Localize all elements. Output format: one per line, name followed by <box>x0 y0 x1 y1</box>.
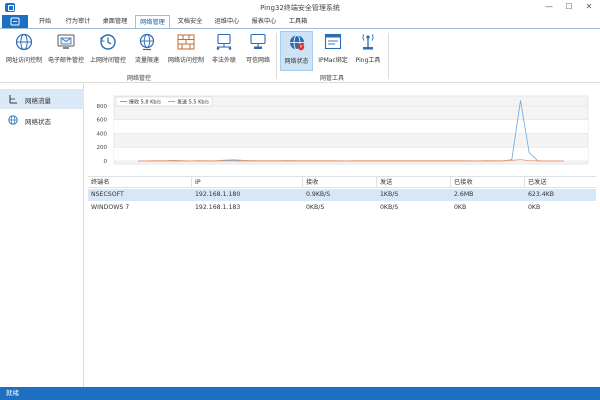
table-header: 终端名 IP 接收 发送 已接收 已发送 <box>88 177 596 188</box>
left-navigation: 网络流量 网络状态 <box>0 84 84 387</box>
cell-received-total: 0KB <box>454 204 467 211</box>
menu-bar: 开始 行为审计 桌面管理 网络管理 文档安全 运维中心 报表中心 工具箱 <box>0 15 600 28</box>
ipmac-window-icon <box>324 33 342 51</box>
nav-item-network-traffic[interactable]: 网络流量 <box>0 89 84 109</box>
y-tick-label: 400 <box>97 131 108 137</box>
tab-ops-center[interactable]: 运维中心 <box>210 15 244 28</box>
status-text: 就绪 <box>6 389 19 397</box>
tab-report-center[interactable]: 报表中心 <box>247 15 281 28</box>
column-header-receive[interactable]: 接收 <box>303 177 377 188</box>
group-separator <box>388 33 389 79</box>
y-tick-label: 600 <box>97 118 108 124</box>
table-row[interactable]: NSECSOFT 192.168.1.180 0.9KB/S 1KB/S 2.6… <box>88 189 596 201</box>
network-status-icon <box>288 34 306 52</box>
network-pc-icon <box>215 33 233 51</box>
cell-received-total: 2.6MB <box>454 191 474 198</box>
title-bar: Ping32终端安全管理系统 — ☐ ✕ <box>0 0 600 15</box>
email-control-button[interactable]: 电子邮件管控 <box>46 31 86 71</box>
nav-item-network-status[interactable]: 网络状态 <box>0 110 84 130</box>
traffic-chart: 800 600 400 200 0 接收 5.8 Kb/s 发送 5.5 Kb/s <box>88 91 596 173</box>
network-status-button[interactable]: 网络状态 <box>280 31 313 71</box>
antenna-icon <box>359 33 377 51</box>
status-bar: 就绪 <box>0 387 600 400</box>
legend-label: 接收 5.8 Kb/s <box>129 99 161 106</box>
cell-send: 1KB/S <box>380 191 399 198</box>
plot-band <box>114 147 588 161</box>
maximize-button[interactable]: ☐ <box>560 1 578 13</box>
ping-tool-button[interactable]: Ping工具 <box>352 31 384 71</box>
cell-receive: 0.9KB/S <box>306 191 331 198</box>
tab-toolbox[interactable]: 工具箱 <box>284 15 312 28</box>
cell-sent-total: 0KB <box>528 204 541 211</box>
firewall-icon <box>177 33 195 51</box>
nav-item-label: 网络状态 <box>25 118 51 126</box>
y-tick-label: 200 <box>97 145 108 151</box>
trusted-network-label: 可信网络 <box>245 57 270 64</box>
illegal-outreach-button[interactable]: 非法外联 <box>208 31 240 71</box>
traffic-limit-button[interactable]: 流量限速 <box>130 31 164 71</box>
group-label-network-control: 网络管控 <box>126 75 151 82</box>
email-control-label: 电子邮件管控 <box>47 57 84 64</box>
globe-speed-icon <box>138 33 156 51</box>
illegal-outreach-label: 非法外联 <box>211 57 236 64</box>
online-time-control-label: 上网时间管控 <box>89 57 126 64</box>
cell-terminal: NSECSOFT <box>91 191 124 198</box>
cell-ip: 192.168.1.180 <box>195 191 241 198</box>
group-label-network-tools: 网管工具 <box>319 75 344 82</box>
tab-start[interactable]: 开始 <box>32 15 58 28</box>
url-access-control-button[interactable]: 网址访问控制 <box>4 31 44 71</box>
mail-monitor-icon <box>57 33 75 51</box>
cell-sent-total: 623.4KB <box>528 191 555 198</box>
tab-document-security[interactable]: 文档安全 <box>173 15 207 28</box>
trusted-network-icon <box>249 33 267 51</box>
ribbon-toolbar: 网址访问控制 电子邮件管控 上网时间管控 流量限速 网络访问控制 非法外联 可信… <box>0 28 600 83</box>
traffic-chart-svg: 800 600 400 200 0 接收 5.8 Kb/s 发送 5.5 Kb/s <box>97 95 589 165</box>
table-row[interactable]: WINDOWS 7 192.168.1.183 0KB/S 0KB/S 0KB … <box>88 202 596 214</box>
trusted-network-button[interactable]: 可信网络 <box>242 31 274 71</box>
terminal-traffic-table: 终端名 IP 接收 发送 已接收 已发送 NSECSOFT 192.168.1.… <box>88 176 596 386</box>
y-tick-label: 0 <box>104 159 108 165</box>
group-separator <box>276 33 277 79</box>
tab-network-management[interactable]: 网络管理 <box>135 15 170 28</box>
cell-terminal: WINDOWS 7 <box>91 204 130 211</box>
cell-receive: 0KB/S <box>306 204 325 211</box>
clock-icon <box>99 33 117 51</box>
column-header-send[interactable]: 发送 <box>377 177 451 188</box>
globe-icon <box>15 33 33 51</box>
column-header-received-total[interactable]: 已接收 <box>451 177 525 188</box>
column-header-sent-total[interactable]: 已发送 <box>525 177 596 188</box>
file-menu-button[interactable] <box>2 15 28 28</box>
traffic-icon <box>8 94 18 104</box>
ping-tool-label: Ping工具 <box>355 57 381 64</box>
url-access-control-label: 网址访问控制 <box>5 57 42 64</box>
ipmac-binding-button[interactable]: IPMac绑定 <box>316 31 350 71</box>
window-title: Ping32终端安全管理系统 <box>260 4 340 12</box>
online-time-control-button[interactable]: 上网时间管控 <box>88 31 128 71</box>
column-header-ip[interactable]: IP <box>192 177 303 188</box>
traffic-limit-label: 流量限速 <box>134 57 159 64</box>
ipmac-binding-label: IPMac绑定 <box>318 57 348 64</box>
close-button[interactable]: ✕ <box>580 1 598 13</box>
legend-label: 发送 5.5 Kb/s <box>177 99 209 106</box>
network-status-label: 网络状态 <box>284 58 309 65</box>
tab-desktop-management[interactable]: 桌面管理 <box>98 15 132 28</box>
nav-item-label: 网络流量 <box>25 97 51 105</box>
globe-icon <box>8 115 18 125</box>
tab-behavior-audit[interactable]: 行为审计 <box>61 15 95 28</box>
y-tick-label: 800 <box>97 104 108 110</box>
column-header-terminal[interactable]: 终端名 <box>88 177 192 188</box>
network-access-control-label: 网络访问控制 <box>167 57 204 64</box>
file-menu-icon <box>10 17 20 26</box>
cell-send: 0KB/S <box>380 204 399 211</box>
cell-ip: 192.168.1.183 <box>195 204 241 211</box>
network-access-control-button[interactable]: 网络访问控制 <box>166 31 206 71</box>
minimize-button[interactable]: — <box>540 1 558 13</box>
